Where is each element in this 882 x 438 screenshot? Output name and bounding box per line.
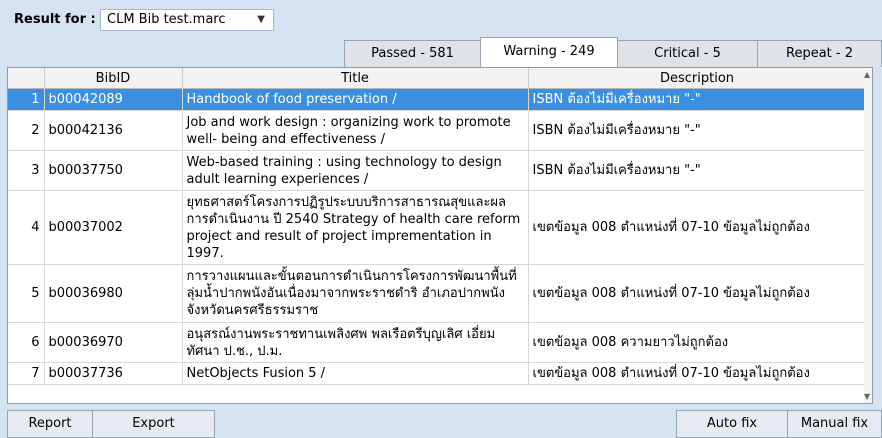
row-bibid: b00042089 <box>44 88 183 111</box>
row-bibid: b00037736 <box>44 362 183 385</box>
export-button[interactable]: Export <box>92 410 215 438</box>
tab-repeat[interactable]: Repeat - 2 <box>757 40 882 67</box>
row-number: 1 <box>8 88 45 111</box>
row-bibid: b00036980 <box>44 264 183 323</box>
result-file-value: CLM Bib test.marc <box>107 12 226 27</box>
row-title: อนุสรณ์งานพระราชทานเพลิงศพ พลเรือตรีบุญเ… <box>182 322 529 363</box>
row-description: เขตข้อมูล 008 ตำแหน่งที่ 07-10 ข้อมูลไม่… <box>528 190 867 265</box>
row-description: เขตข้อมูล 008 ตำแหน่งที่ 07-10 ข้อมูลไม่… <box>528 362 867 385</box>
scroll-down-icon[interactable]: ▼ <box>864 392 870 401</box>
table-row[interactable]: 1 b00042089 Handbook of food preservatio… <box>8 88 867 111</box>
row-description: ISBN ต้องไม่มีเครื่องหมาย "-" <box>528 150 867 191</box>
row-title: Web-based training : using technology to… <box>182 150 529 191</box>
row-number: 7 <box>8 362 45 385</box>
result-bar: Result for : CLM Bib test.marc ▼ <box>0 0 882 40</box>
table-row[interactable]: 3 b00037750 Web-based training : using t… <box>8 150 867 191</box>
table-row[interactable]: 2 b00042136 Job and work design : organi… <box>8 110 867 151</box>
row-number: 2 <box>8 110 45 151</box>
column-header-bibid[interactable]: BibID <box>44 68 183 89</box>
table-row[interactable]: 5 b00036980 การวางแผนและขั้นตอนการดำเนิน… <box>8 264 867 323</box>
vertical-scrollbar[interactable]: ▲ ▼ <box>864 68 872 403</box>
row-title: ยุทธศาสตร์โครงการปฏิรูประบบบริการสาธารณส… <box>182 190 529 265</box>
result-label: Result for : <box>14 12 96 27</box>
tab-critical[interactable]: Critical - 5 <box>617 40 758 67</box>
row-bibid: b00037750 <box>44 150 183 191</box>
row-bibid: b00042136 <box>44 110 183 151</box>
tab-passed[interactable]: Passed - 581 <box>344 40 481 67</box>
tab-warning[interactable]: Warning - 249 <box>480 37 618 67</box>
result-tabs: Passed - 581 Warning - 249 Critical - 5 … <box>344 37 882 67</box>
row-number: 4 <box>8 190 45 265</box>
report-button[interactable]: Report <box>7 410 93 438</box>
results-table: BibID Title Description 1 b00042089 Hand… <box>8 68 867 385</box>
chevron-down-icon: ▼ <box>257 14 265 25</box>
manual-fix-button[interactable]: Manual fix <box>787 410 882 438</box>
table-row[interactable]: 6 b00036970 อนุสรณ์งานพระราชทานเพลิงศพ พ… <box>8 322 867 363</box>
row-number: 6 <box>8 322 45 363</box>
row-description: ISBN ต้องไม่มีเครื่องหมาย "-" <box>528 110 867 151</box>
row-description: เขตข้อมูล 008 ตำแหน่งที่ 07-10 ข้อมูลไม่… <box>528 264 867 323</box>
table-row[interactable]: 7 b00037736 NetObjects Fusion 5 / เขตข้อ… <box>8 362 867 385</box>
action-bar: Report Export Auto fix Manual fix <box>0 406 882 438</box>
column-header-description[interactable]: Description <box>528 68 867 89</box>
row-title: Job and work design : organizing work to… <box>182 110 529 151</box>
table-row[interactable]: 4 b00037002 ยุทธศาสตร์โครงการปฏิรูประบบบ… <box>8 190 867 265</box>
row-number: 3 <box>8 150 45 191</box>
row-bibid: b00036970 <box>44 322 183 363</box>
row-title: Handbook of food preservation / <box>182 88 529 111</box>
row-title: NetObjects Fusion 5 / <box>182 362 529 385</box>
column-header-title[interactable]: Title <box>182 68 529 89</box>
row-title: การวางแผนและขั้นตอนการดำเนินการโครงการพั… <box>182 264 529 323</box>
row-number: 5 <box>8 264 45 323</box>
scroll-up-icon[interactable]: ▲ <box>864 70 870 79</box>
row-description: ISBN ต้องไม่มีเครื่องหมาย "-" <box>528 88 867 111</box>
auto-fix-button[interactable]: Auto fix <box>676 410 788 438</box>
column-header-index[interactable] <box>8 68 45 89</box>
row-bibid: b00037002 <box>44 190 183 265</box>
result-file-select[interactable]: CLM Bib test.marc ▼ <box>100 9 274 31</box>
table-header-row: BibID Title Description <box>8 68 867 89</box>
results-grid: BibID Title Description 1 b00042089 Hand… <box>7 67 873 404</box>
row-description: เขตข้อมูล 008 ความยาวไม่ถูกต้อง <box>528 322 867 363</box>
